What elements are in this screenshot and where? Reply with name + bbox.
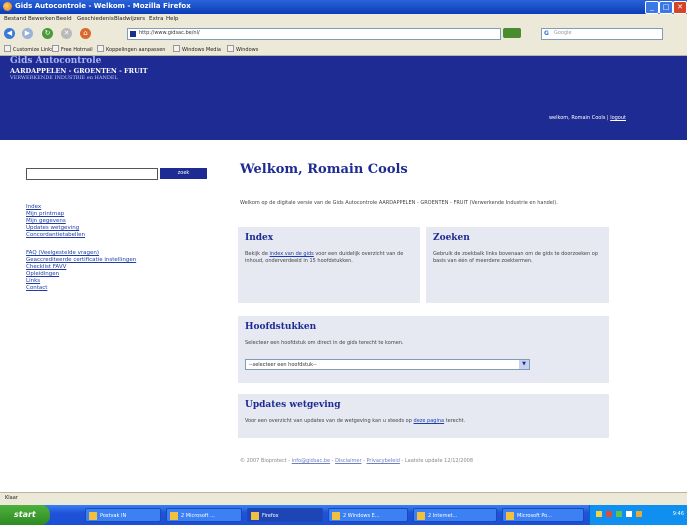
windows-taskbar: start Postvak IN 2 Microsoft ... Firefox… [0, 505, 687, 525]
taskbar-item-microsoft[interactable]: 2 Microsoft ... [166, 508, 242, 522]
maximize-button[interactable]: □ [659, 1, 673, 14]
sidebar-link-printmap[interactable]: Mijn printmap [26, 211, 136, 218]
address-url: http://www.gidsac.be/nl/ [139, 30, 200, 36]
site-favicon-icon [130, 31, 136, 37]
menu-bar: Bestand Bewerken Beeld Geschiedenis Blad… [0, 14, 687, 25]
sidebar-search-input[interactable] [26, 168, 158, 180]
go-button[interactable] [503, 28, 521, 38]
sidebar-link-contact[interactable]: Contact [26, 285, 136, 292]
index-link[interactable]: index van de gids [270, 251, 314, 257]
sidebar: zoek Index Mijn printmap Mijn gegevens U… [0, 140, 220, 492]
bookmark-koppelingen[interactable]: Koppelingen aanpassen [97, 45, 165, 53]
back-icon[interactable]: ◀ [4, 28, 15, 39]
sidebar-link-checklist[interactable]: Checklist FAVV [26, 264, 136, 271]
updates-card-text: Voor een overzicht van updates van de we… [245, 418, 466, 424]
minimize-button[interactable]: _ [645, 1, 659, 14]
intro-text: Welkom op de digitale versie van de Gids… [240, 200, 558, 206]
bookmarks-bar: Customize Links Free Hotmail Koppelingen… [0, 42, 687, 56]
chapter-select-value: --selecteer een hoofdstuk-- [249, 362, 317, 368]
sidebar-link-faq[interactable]: FAQ (Veelgestelde vragen) [26, 250, 136, 257]
logo-sub: VERWERKENDE INDUSTRIE en HANDEL [10, 75, 118, 81]
user-greeting: welkom, Romain Cools | logout [549, 115, 626, 121]
site-header: Gids Autocontrole AARDAPPELEN - GROENTEN… [0, 56, 687, 140]
reload-icon[interactable]: ↻ [42, 28, 53, 39]
index-card-text: Bekijk de index van de gids voor een dui… [245, 251, 404, 264]
menu-extra[interactable]: Extra [149, 16, 164, 22]
user-greeting-text: welkom, Romain Cools | [548, 115, 611, 121]
hoofdstukken-card-text: Selecteer een hoofdstuk om direct in de … [245, 340, 404, 346]
updates-page-link[interactable]: deze pagina [414, 418, 445, 424]
taskbar-item-firefox[interactable]: Firefox [247, 508, 323, 522]
search-placeholder: Google [554, 30, 572, 36]
chevron-down-icon[interactable]: ▼ [519, 360, 529, 369]
search-box[interactable]: G Google [541, 28, 663, 40]
logo-title: Gids Autocontrole [10, 56, 102, 66]
footer-disclaimer-link[interactable]: Disclaimer [335, 458, 361, 464]
forward-icon[interactable]: ▶ [22, 28, 33, 39]
tray-icon[interactable] [606, 511, 612, 517]
page-footer: © 2007 Bioprotect - info@gidsac.be - Dis… [240, 458, 474, 464]
taskbar-item-postvak[interactable]: Postvak IN [85, 508, 161, 522]
status-bar: Klaar [0, 492, 687, 505]
zoeken-card-text: Gebruik de zoekbalk links bovenaan om de… [433, 251, 598, 264]
bookmark-windows-media[interactable]: Windows Media [173, 45, 221, 53]
sidebar-link-gegevens[interactable]: Mijn gegevens [26, 218, 136, 225]
taskbar-item-windows-explorer[interactable]: 2 Windows E... [328, 508, 408, 522]
menu-help[interactable]: Help [166, 16, 179, 22]
bookmark-windows[interactable]: Windows [227, 45, 258, 53]
footer-privacy-link[interactable]: Privacybeleid [367, 458, 400, 464]
home-icon[interactable]: ⌂ [80, 28, 91, 39]
zoeken-card-title: Zoeken [433, 233, 470, 243]
menu-beeld[interactable]: Beeld [56, 16, 72, 22]
stop-icon[interactable]: ✕ [61, 28, 72, 39]
window-title: Gids Autocontrole - Welkom - Mozilla Fir… [15, 2, 191, 10]
index-card: Index Bekijk de index van de gids voor e… [238, 227, 420, 303]
taskbar-item-powerpoint[interactable]: Microsoft Po... [502, 508, 584, 522]
sidebar-link-updates[interactable]: Updates wetgeving [26, 225, 136, 232]
hoofdstukken-card-title: Hoofdstukken [245, 322, 317, 332]
logout-link[interactable]: logout [610, 115, 626, 121]
tray-icon[interactable] [616, 511, 622, 517]
page-content: zoek Index Mijn printmap Mijn gegevens U… [0, 140, 687, 492]
menu-bestand[interactable]: Bestand [4, 16, 27, 22]
page-title: Welkom, Romain Cools [240, 162, 408, 177]
bookmark-free-hotmail[interactable]: Free Hotmail [52, 45, 93, 53]
tray-icon[interactable] [636, 511, 642, 517]
start-button[interactable]: start [0, 505, 50, 525]
logo-main: AARDAPPELEN - GROENTEN - FRUIT [10, 67, 148, 75]
sidebar-link-concordantie[interactable]: Concordantietabellen [26, 232, 136, 239]
sidebar-link-index[interactable]: Index [26, 204, 136, 211]
firefox-icon [3, 2, 12, 11]
sidebar-link-certificatie[interactable]: Geaccrediteerde certificatie instellinge… [26, 257, 136, 264]
status-text: Klaar [5, 495, 18, 501]
chapter-select[interactable]: --selecteer een hoofdstuk-- ▼ [245, 359, 530, 370]
menu-bladwijzers[interactable]: Bladwijzers [114, 16, 145, 22]
window-title-bar[interactable]: Gids Autocontrole - Welkom - Mozilla Fir… [0, 0, 687, 14]
index-card-title: Index [245, 233, 274, 243]
hoofdstukken-card: Hoofdstukken Selecteer een hoofdstuk om … [238, 316, 609, 383]
updates-card: Updates wetgeving Voor een overzicht van… [238, 394, 609, 438]
menu-geschiedenis[interactable]: Geschiedenis [77, 16, 114, 22]
clock[interactable]: 9:46 [673, 511, 684, 517]
google-icon: G [544, 30, 549, 37]
zoeken-card: Zoeken Gebruik de zoekbalk links bovenaa… [426, 227, 609, 303]
tray-icon[interactable] [626, 511, 632, 517]
taskbar-item-internet[interactable]: 2 Internet... [413, 508, 497, 522]
updates-card-title: Updates wetgeving [245, 400, 341, 410]
tray-icon[interactable] [596, 511, 602, 517]
close-button[interactable]: ✕ [673, 1, 687, 14]
address-bar[interactable]: http://www.gidsac.be/nl/ [127, 28, 501, 40]
navigation-toolbar: ◀ ▶ ↻ ✕ ⌂ http://www.gidsac.be/nl/ G Goo… [0, 25, 687, 43]
sidebar-link-opleidingen[interactable]: Opleidingen [26, 271, 136, 278]
search-button[interactable]: zoek [160, 168, 207, 179]
footer-email-link[interactable]: info@gidsac.be [292, 458, 330, 464]
menu-bewerken[interactable]: Bewerken [28, 16, 55, 22]
system-tray: 9:46 [589, 505, 687, 525]
sidebar-link-links[interactable]: Links [26, 278, 136, 285]
sidebar-nav: Index Mijn printmap Mijn gegevens Update… [26, 204, 136, 292]
bookmark-customize-links[interactable]: Customize Links [4, 45, 54, 53]
